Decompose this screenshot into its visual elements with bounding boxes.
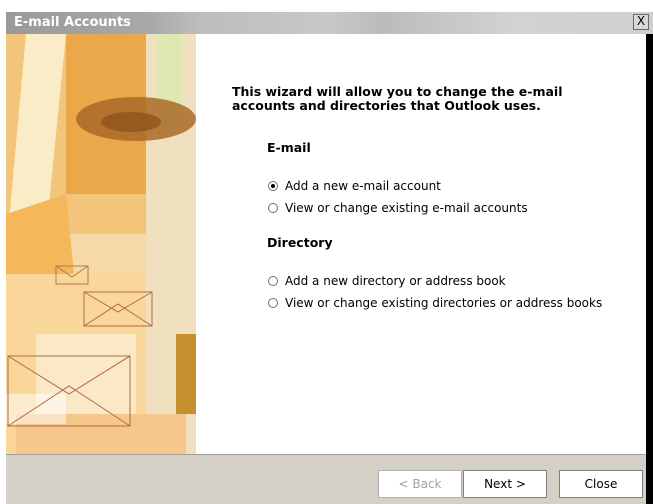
back-button[interactable]: < Back [378,470,462,498]
close-button[interactable]: Close [559,470,643,498]
email-accounts-dialog: E-mail Accounts X This wizard will allow… [0,0,653,504]
radio-button[interactable] [268,298,278,308]
email-heading: E-mail [267,140,311,155]
radio-button[interactable] [268,181,278,191]
envelope-art [6,34,196,454]
window-border [646,34,653,504]
radio-button[interactable] [268,203,278,213]
wizard-content: This wizard will allow you to change the… [196,34,646,454]
radio-label[interactable]: View or change existing e-mail accounts [285,201,528,215]
button-bar: < Back Next > Close [6,454,646,504]
radio-selected-dot [271,184,275,188]
directory-heading: Directory [267,235,333,250]
radio-label[interactable]: View or change existing directories or a… [285,296,602,310]
radio-button[interactable] [268,276,278,286]
intro-text: This wizard will allow you to change the… [232,84,563,113]
close-icon[interactable]: X [633,14,649,30]
window-title: E-mail Accounts [14,15,131,30]
radio-label[interactable]: Add a new e-mail account [285,179,441,193]
title-bar: E-mail Accounts X [6,12,653,34]
radio-label[interactable]: Add a new directory or address book [285,274,506,288]
next-button[interactable]: Next > [463,470,547,498]
